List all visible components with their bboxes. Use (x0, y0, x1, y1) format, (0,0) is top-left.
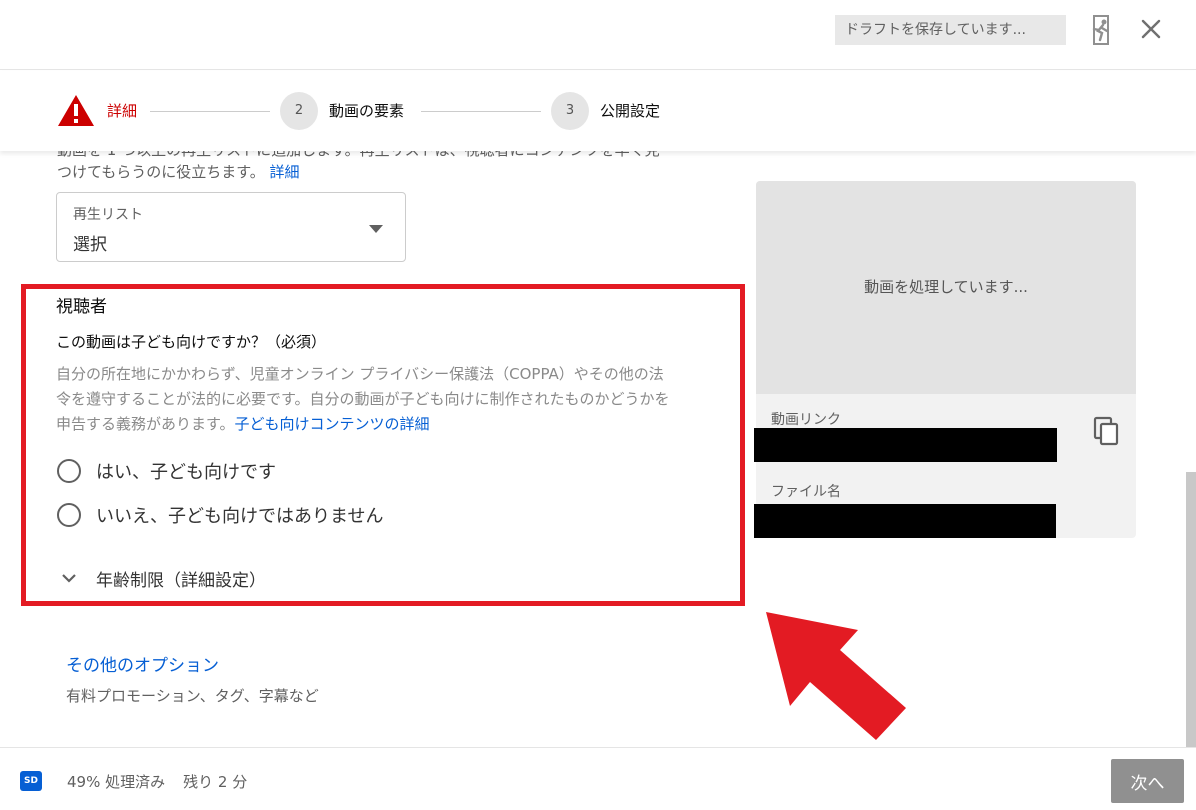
next-button[interactable]: 次へ (1111, 759, 1184, 803)
remaining-time: 残り 2 分 (183, 773, 248, 791)
caret-down-icon (369, 225, 383, 233)
progress-text: 49% 処理済み (67, 773, 166, 791)
file-name-label: ファイル名 (771, 484, 841, 500)
age-restriction-label[interactable]: 年齢制限（詳細設定） (96, 566, 266, 591)
upload-status: 49% 処理済み 残り 2 分 (67, 771, 247, 792)
sd-badge: SD (20, 771, 42, 791)
chevron-down-icon (62, 574, 76, 583)
kids-question: この動画は子ども向けですか？（必須） (56, 333, 327, 351)
exit-icon[interactable] (1088, 14, 1114, 46)
radio-circle[interactable] (57, 459, 81, 483)
more-options-subtext: 有料プロモーション、タグ、字幕など (66, 687, 319, 705)
playlist-learn-more-link[interactable]: 詳細 (270, 163, 300, 181)
playlist-dropdown[interactable]: 再生リスト 選択 (56, 192, 406, 262)
step-video-elements-label[interactable]: 動画の要素 (329, 101, 404, 121)
step-connector (150, 111, 270, 112)
step-connector (421, 111, 541, 112)
age-restriction-toggle[interactable]: 年齢制限（詳細設定） (60, 566, 266, 591)
step-3-circle[interactable]: 3 (551, 92, 589, 130)
video-link-label: 動画リンク (771, 412, 841, 428)
playlist-value: 選択 (73, 235, 107, 255)
radio-not-made-for-kids-label[interactable]: いいえ、子ども向けではありません (96, 502, 383, 528)
radio-circle[interactable] (57, 503, 81, 527)
redacted-video-link (754, 428, 1057, 462)
step-visibility-label[interactable]: 公開設定 (600, 101, 660, 121)
playlist-label: 再生リスト (73, 207, 143, 223)
audience-title: 視聴者 (56, 297, 107, 317)
annotation-arrow-icon (766, 612, 906, 740)
radio-made-for-kids-label[interactable]: はい、子ども向けです (96, 458, 276, 484)
redacted-file-name (754, 504, 1056, 538)
stepper: 詳細 2 動画の要素 3 公開設定 (0, 71, 1196, 151)
draft-status: ドラフトを保存しています... (835, 15, 1066, 45)
top-bar: ドラフトを保存しています... (0, 0, 1196, 70)
video-preview-panel: 動画を処理しています... 動画リンク ファイル名 (756, 181, 1136, 538)
kids-content-link[interactable]: 子ども向けコンテンツの詳細 (235, 415, 430, 433)
warning-icon (58, 95, 94, 126)
radio-not-made-for-kids[interactable]: いいえ、子ども向けではありません (57, 502, 383, 528)
footer-bar: SD 49% 処理済み 残り 2 分 次へ (0, 747, 1196, 810)
coppa-description: 自分の所在地にかかわらず、児童オンライン プライバシー保護法（COPPA）やその… (56, 365, 670, 433)
processing-text: 動画を処理しています... (864, 278, 1028, 296)
step-details-label[interactable]: 詳細 (107, 101, 137, 121)
more-options-link[interactable]: その他のオプション (66, 651, 219, 676)
step-2-circle[interactable]: 2 (280, 92, 318, 130)
copy-icon[interactable] (1093, 416, 1119, 446)
radio-made-for-kids[interactable]: はい、子ども向けです (57, 458, 276, 484)
close-icon[interactable] (1138, 16, 1164, 42)
scrollbar[interactable] (1186, 472, 1196, 747)
playlist-description: つけてもらうのに役立ちます。 詳細 (57, 163, 300, 181)
